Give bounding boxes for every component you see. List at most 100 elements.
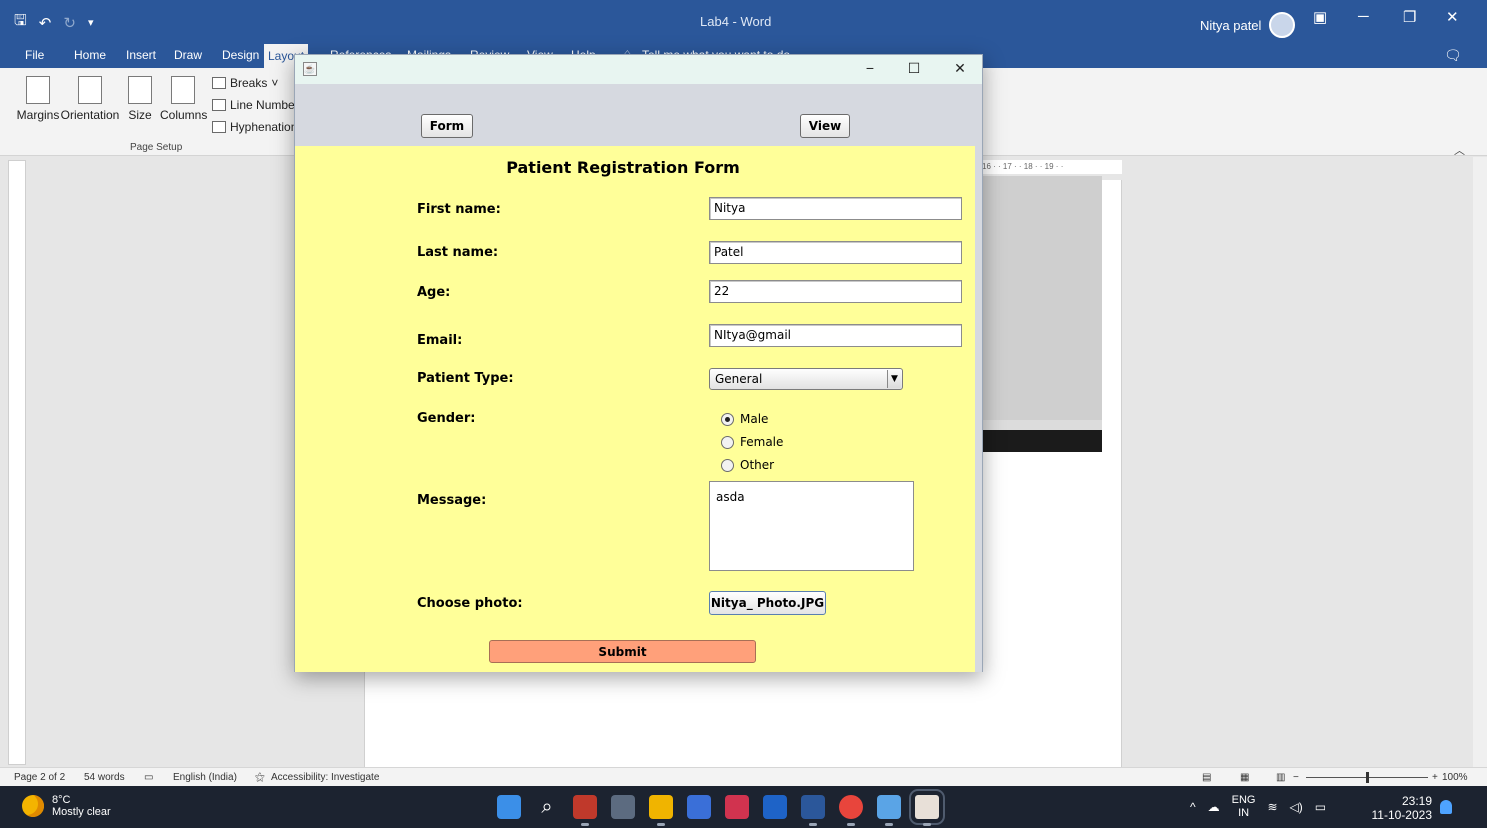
user-account[interactable]: Nitya patel (1200, 12, 1296, 38)
app-icon[interactable] (877, 795, 901, 826)
copilot-icon[interactable] (573, 795, 597, 826)
language[interactable]: English (India) (173, 772, 237, 783)
margins-icon (26, 76, 50, 104)
zoom-slider-thumb[interactable] (1366, 772, 1369, 783)
store-icon[interactable] (687, 795, 711, 819)
page-count[interactable]: Page 2 of 2 (14, 772, 65, 783)
email-label: Email: (417, 333, 463, 348)
patient-type-label: Patient Type: (417, 371, 514, 386)
read-mode-icon[interactable]: ▤ (1202, 772, 1211, 783)
language-indicator[interactable]: ENG IN (1232, 794, 1256, 820)
quick-access-toolbar: 🖫 ↶ ↻ ▾ (14, 10, 93, 35)
hyphenation-button[interactable]: Hyphenation (212, 120, 297, 134)
line-numbers-button[interactable]: Line Numbers (212, 98, 305, 112)
breaks-button[interactable]: Breaks ˅ (212, 76, 278, 90)
columns-label: Columns (160, 108, 208, 122)
patient-type-value: General (715, 372, 763, 386)
gender-radio-male[interactable]: Male (721, 412, 768, 426)
battery-icon[interactable]: ▭ (1315, 800, 1326, 814)
orientation-button[interactable]: Orientation (60, 76, 120, 122)
tab-draw[interactable]: Draw (174, 48, 202, 62)
zoom-out-icon[interactable]: − (1293, 772, 1299, 783)
onedrive-icon[interactable]: ☁ (1208, 800, 1220, 814)
redo-icon[interactable]: ↻ (63, 14, 76, 32)
comments-icon[interactable]: 🗨 (1444, 47, 1462, 64)
submit-button[interactable]: Submit (489, 640, 756, 663)
radio-selected-icon[interactable] (721, 412, 734, 426)
email-field[interactable]: NItya@gmail (709, 324, 962, 347)
wifi-icon[interactable]: ≋ (1267, 800, 1277, 814)
vertical-ruler (8, 160, 26, 765)
columns-button[interactable]: Columns (160, 76, 208, 122)
choose-photo-button[interactable]: Nitya_ Photo.JPG (709, 591, 826, 615)
web-layout-icon[interactable]: ▥ (1276, 772, 1285, 783)
first-name-field[interactable]: Nitya (709, 197, 962, 220)
minimize-icon[interactable]: ─ (1358, 8, 1369, 25)
language-bottom: IN (1238, 807, 1250, 819)
restore-icon[interactable]: ❐ (1403, 8, 1416, 26)
zoom-in-icon[interactable]: + (1432, 772, 1438, 783)
undo-icon[interactable]: ↶ (39, 14, 52, 32)
word-title-bar: 🖫 ↶ ↻ ▾ Lab4 - Word Nitya patel ▣ ─ ❐ ✕ (0, 0, 1487, 44)
zoom-level[interactable]: 100% (1442, 772, 1468, 783)
accessibility-status[interactable]: Accessibility: Investigate (271, 772, 379, 783)
view-button[interactable]: View (800, 114, 850, 138)
java-icon[interactable] (909, 789, 945, 826)
print-layout-icon[interactable]: ▦ (1240, 772, 1249, 783)
maximize-icon[interactable]: ☐ (899, 60, 929, 77)
close-icon[interactable]: ✕ (945, 60, 975, 77)
chrome-icon[interactable] (839, 795, 863, 826)
user-name: Nitya patel (1200, 17, 1262, 33)
breaks-label: Breaks (230, 76, 268, 90)
save-icon[interactable]: 🖫 (14, 10, 27, 35)
radio-icon[interactable] (721, 435, 734, 449)
gender-radio-other[interactable]: Other (721, 458, 774, 472)
dropdown-arrow-icon[interactable]: ▼ (887, 370, 901, 388)
java-window-title-bar[interactable]: ☕ − ☐ ✕ (295, 55, 982, 84)
tab-home[interactable]: Home (74, 48, 106, 62)
tab-insert[interactable]: Insert (126, 48, 156, 62)
show-hidden-icons-icon[interactable]: ^ (1190, 800, 1196, 814)
tab-file[interactable]: File (25, 48, 44, 62)
word-icon[interactable] (801, 795, 825, 826)
hyphenation-label: Hyphenation (230, 120, 298, 134)
notification-icon[interactable] (1440, 800, 1452, 814)
proofing-icon[interactable]: ▭ (144, 772, 153, 783)
age-field[interactable]: 22 (709, 280, 962, 303)
collapse-ribbon-icon[interactable]: ︿ (1454, 142, 1465, 158)
size-button[interactable]: Size (126, 76, 154, 122)
windows-taskbar: 8°C Mostly clear ⌕ ^ ☁ ENG IN ≋ ◁) ▭ 23:… (0, 786, 1487, 828)
vertical-scrollbar[interactable] (1473, 157, 1487, 767)
horizontal-ruler: 16 · · 17 · · 18 · · 19 · · (978, 160, 1122, 174)
radio-icon[interactable] (721, 458, 734, 472)
ribbon-display-icon[interactable]: ▣ (1313, 8, 1327, 26)
margins-button[interactable]: Margins (16, 76, 60, 122)
gender-option-label: Other (740, 458, 775, 472)
weather-widget[interactable]: 8°C Mostly clear (22, 794, 111, 818)
task-view-icon[interactable] (611, 795, 635, 819)
tab-design[interactable]: Design (222, 48, 259, 62)
document-title: Lab4 - Word (700, 14, 772, 29)
avatar[interactable] (1269, 12, 1296, 38)
java-app-icon: ☕ (303, 62, 317, 76)
myhp-icon[interactable] (763, 795, 787, 819)
message-textarea[interactable]: asda (709, 481, 914, 571)
volume-icon[interactable]: ◁) (1290, 800, 1303, 814)
last-name-field[interactable]: Patel (709, 241, 962, 264)
taskbar-apps: ⌕ (497, 789, 945, 826)
word-count[interactable]: 54 words (84, 772, 125, 783)
line-numbers-icon (212, 99, 226, 111)
patient-type-select[interactable]: General ▼ (709, 368, 903, 390)
file-explorer-icon[interactable] (649, 795, 673, 826)
gender-radio-female[interactable]: Female (721, 435, 783, 449)
pocket-icon[interactable] (725, 795, 749, 819)
search-icon[interactable]: ⌕ (535, 795, 559, 819)
form-button[interactable]: Form (421, 114, 473, 138)
clock-date: 11-10-2023 (1371, 808, 1433, 822)
start-icon[interactable] (497, 795, 521, 819)
clock[interactable]: 23:19 11-10-2023 (1370, 794, 1433, 822)
close-icon[interactable]: ✕ (1446, 8, 1459, 26)
customize-toolbar-icon[interactable]: ▾ (88, 16, 94, 29)
minimize-icon[interactable]: − (855, 60, 885, 76)
system-tray: ^ ☁ ENG IN ≋ ◁) ▭ (1190, 794, 1326, 820)
